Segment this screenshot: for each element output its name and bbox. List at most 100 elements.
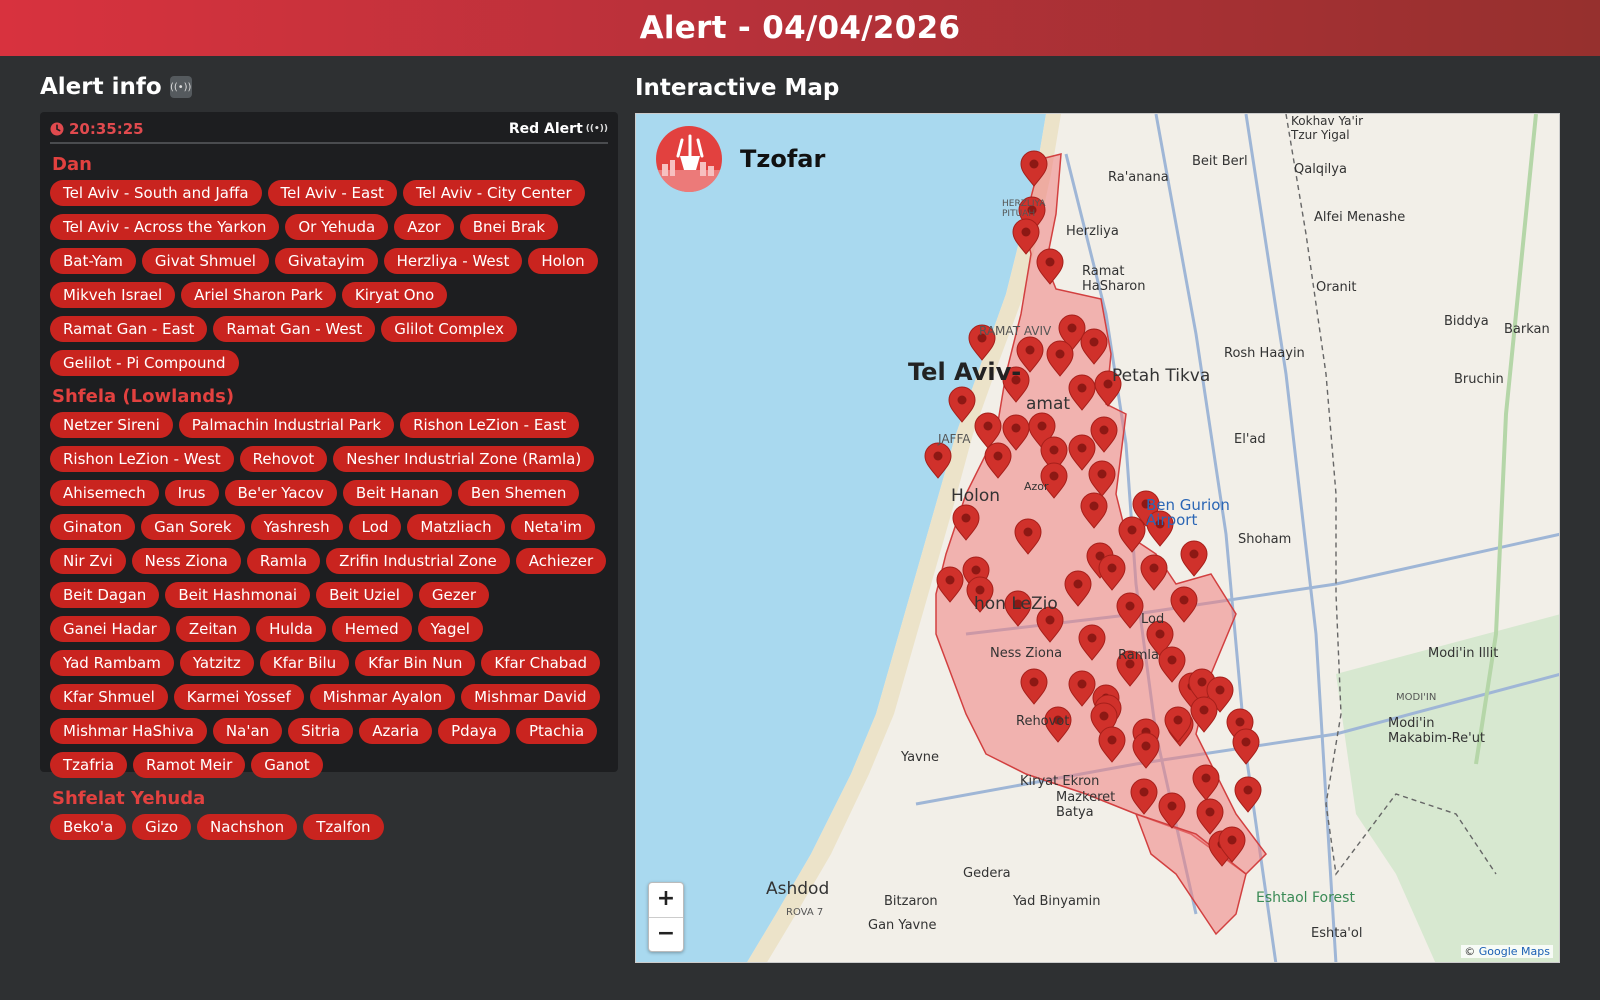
area-chip[interactable]: Givat Shmuel xyxy=(141,248,269,274)
area-chip[interactable]: Ginaton xyxy=(50,514,136,540)
area-chip[interactable]: Gelilot - Pi Compound xyxy=(50,350,239,376)
area-chip[interactable]: Ptachia xyxy=(515,718,598,744)
area-chip[interactable]: Hulda xyxy=(256,616,326,642)
area-chip[interactable]: Tel Aviv - City Center xyxy=(402,180,585,206)
area-chip[interactable]: Achiezer xyxy=(515,548,607,574)
area-chip[interactable]: Kfar Bin Nun xyxy=(355,650,476,676)
area-chip[interactable]: Givatayim xyxy=(274,248,378,274)
area-chip[interactable]: Beit Hanan xyxy=(342,480,452,506)
area-chip[interactable]: Netzer Sireni xyxy=(50,412,173,438)
area-chip[interactable]: Azor xyxy=(394,214,454,240)
map-label-ramat-aviv: RAMAT AVIV xyxy=(979,324,1052,338)
area-chip[interactable]: Beit Dagan xyxy=(50,582,160,608)
alert-pin-dot xyxy=(1077,443,1087,453)
alert-pin-dot xyxy=(957,395,967,405)
area-chip[interactable]: Beko'a xyxy=(50,814,127,840)
area-chip[interactable]: Tel Aviv - East xyxy=(267,180,397,206)
area-chip[interactable]: Gezer xyxy=(418,582,489,608)
area-chip[interactable]: Mishmar Ayalon xyxy=(309,684,456,710)
area-chip[interactable]: Yatzitz xyxy=(179,650,254,676)
map-canvas[interactable] xyxy=(636,114,1560,963)
broadcast-icon[interactable]: ((•)) xyxy=(169,76,192,98)
area-chip[interactable]: Glilot Complex xyxy=(381,316,518,342)
alert-card-header: 20:35:25 Red Alert ((•)) xyxy=(50,118,608,144)
green-area xyxy=(1336,614,1559,962)
area-chip[interactable]: Tzalfon xyxy=(303,814,384,840)
area-chip[interactable]: Tzafria xyxy=(50,752,128,778)
map-label-herzliya: Herzliya xyxy=(1066,224,1119,239)
area-chip[interactable]: Zrifin Industrial Zone xyxy=(326,548,510,574)
interactive-map[interactable]: Tel Aviv- Petah Tikva Holon hon LeZio am… xyxy=(635,113,1560,963)
map-label-eshtaol: Eshta'ol xyxy=(1311,926,1363,941)
area-chip[interactable]: Holon xyxy=(528,248,598,274)
area-chip[interactable]: Nachshon xyxy=(197,814,298,840)
area-chip[interactable]: Lod xyxy=(348,514,402,540)
area-chip[interactable]: Karmei Yossef xyxy=(173,684,304,710)
area-chip[interactable]: Ramot Meir xyxy=(133,752,246,778)
area-chip[interactable]: Ahisemech xyxy=(50,480,159,506)
area-chip[interactable]: Beit Uziel xyxy=(316,582,413,608)
area-chip[interactable]: Azaria xyxy=(359,718,433,744)
zoom-out-button[interactable]: − xyxy=(649,918,683,952)
alert-pin-dot xyxy=(1099,711,1109,721)
area-chip[interactable]: Ramla xyxy=(246,548,321,574)
attribution-prefix: © xyxy=(1464,945,1479,958)
area-chip[interactable]: Palmachin Industrial Park xyxy=(178,412,395,438)
area-chip[interactable]: Be'er Yacov xyxy=(224,480,337,506)
area-chip[interactable]: Ganei Hadar xyxy=(50,616,170,642)
area-chip[interactable]: Rishon LeZion - East xyxy=(400,412,580,438)
area-chip[interactable]: Gizo xyxy=(132,814,192,840)
area-chip[interactable]: Matzliach xyxy=(407,514,505,540)
area-chip[interactable]: Pdaya xyxy=(438,718,510,744)
area-chip[interactable]: Nesher Industrial Zone (Ramla) xyxy=(333,446,595,472)
area-chip[interactable]: Yad Rambam xyxy=(50,650,174,676)
area-chip[interactable]: Zeitan xyxy=(175,616,251,642)
area-chip[interactable]: Ramat Gan - East xyxy=(50,316,208,342)
map-label-bruchin: Bruchin xyxy=(1454,372,1504,387)
area-chip[interactable]: Nir Zvi xyxy=(50,548,126,574)
area-chip[interactable]: Kiryat Ono xyxy=(341,282,448,308)
area-chip[interactable]: Tel Aviv - South and Jaffa xyxy=(50,180,262,206)
area-chip[interactable]: Mishmar HaShiva xyxy=(50,718,207,744)
area-chip[interactable]: Beit Hashmonai xyxy=(165,582,311,608)
alert-pin-dot xyxy=(1049,471,1059,481)
area-chip[interactable]: Rehovot xyxy=(239,446,328,472)
area-chip[interactable]: Neta'im xyxy=(510,514,596,540)
area-chip[interactable]: Ramat Gan - West xyxy=(213,316,376,342)
map-label-kokhav: Kokhav Ya'ir Tzur Yigal xyxy=(1291,114,1364,142)
area-chip[interactable]: Kfar Bilu xyxy=(259,650,350,676)
area-chip[interactable]: Gan Sorek xyxy=(141,514,245,540)
area-chip[interactable]: Ben Shemen xyxy=(457,480,580,506)
alert-pin-dot xyxy=(1243,785,1253,795)
area-chip[interactable]: Rishon LeZion - West xyxy=(50,446,234,472)
area-chip[interactable]: Irus xyxy=(164,480,219,506)
map-label-modiin-makabim: Modi'in Makabim-Re'ut xyxy=(1388,716,1486,746)
area-chip[interactable]: Yagel xyxy=(417,616,483,642)
area-chip[interactable]: Na'an xyxy=(212,718,283,744)
attribution-link[interactable]: Google Maps xyxy=(1479,945,1550,958)
area-chip[interactable]: Kfar Shmuel xyxy=(50,684,168,710)
area-chip[interactable]: Bnei Brak xyxy=(459,214,559,240)
alert-pin-dot xyxy=(945,575,955,585)
area-chip[interactable]: Kfar Chabad xyxy=(481,650,601,676)
area-chip[interactable]: Yashresh xyxy=(250,514,343,540)
zoom-in-button[interactable]: + xyxy=(649,883,683,918)
map-label-ashdod: Ashdod xyxy=(766,879,830,899)
area-chip[interactable]: Herzliya - West xyxy=(383,248,523,274)
area-chip[interactable]: Bat-Yam xyxy=(50,248,136,274)
area-chip[interactable]: Hemed xyxy=(331,616,412,642)
alert-pin-dot xyxy=(1029,159,1039,169)
area-chip[interactable]: Mikveh Israel xyxy=(50,282,176,308)
area-chip[interactable]: Or Yehuda xyxy=(285,214,389,240)
area-chip[interactable]: Sitria xyxy=(288,718,354,744)
area-chip[interactable]: Tel Aviv - Across the Yarkon xyxy=(50,214,280,240)
map-label-ramat-hasharon: Ramat HaSharon xyxy=(1082,264,1146,294)
area-chip[interactable]: Ness Ziona xyxy=(131,548,241,574)
alert-pin-dot xyxy=(1201,773,1211,783)
alert-pin-dot xyxy=(971,565,981,575)
map-label-qalqilya: Qalqilya xyxy=(1294,162,1347,177)
area-chip[interactable]: Ganot xyxy=(251,752,323,778)
area-chip[interactable]: Ariel Sharon Park xyxy=(181,282,336,308)
map-label-gedera: Gedera xyxy=(963,866,1011,881)
area-chip[interactable]: Mishmar David xyxy=(461,684,600,710)
